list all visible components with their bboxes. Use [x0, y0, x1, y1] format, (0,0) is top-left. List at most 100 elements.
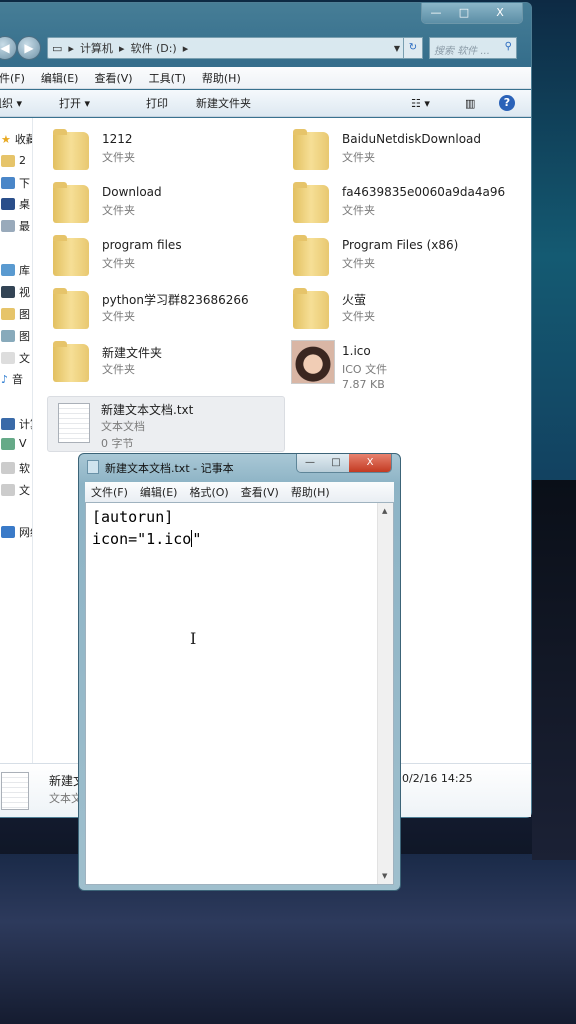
folder-icon [293, 129, 329, 170]
menu-view[interactable]: 查看(V) [235, 484, 285, 500]
minimize-button[interactable]: — [297, 454, 323, 472]
drive-icon [1, 462, 15, 474]
nav-item[interactable]: 视 [1, 284, 30, 300]
maximize-button[interactable]: □ [323, 454, 349, 472]
minimize-button[interactable]: — [422, 3, 450, 23]
nav-network[interactable]: 网络 [1, 524, 32, 540]
view-options-icon[interactable]: ☷ ▾ [411, 97, 430, 110]
file-item[interactable]: 1.ico ICO 文件 7.87 KB [291, 340, 523, 396]
folder-item[interactable]: program files 文件夹 [53, 234, 283, 284]
menu-tools[interactable]: 工具(T) [141, 70, 194, 86]
folder-icon [53, 341, 89, 382]
refresh-button[interactable]: ↻ [403, 37, 423, 59]
folder-item[interactable]: fa4639835e0060a9da4a96 文件夹 [293, 181, 523, 231]
scroll-up-icon[interactable]: ▲ [382, 507, 387, 515]
scroll-down-icon[interactable]: ▼ [382, 872, 387, 880]
drive-icon [1, 484, 15, 496]
search-placeholder: 搜索 软件 ... [434, 46, 490, 57]
forward-button[interactable]: ▶ [17, 36, 41, 60]
folder-icon [293, 288, 329, 329]
folder-icon [293, 235, 329, 276]
print-button[interactable]: 打印 [146, 95, 168, 111]
close-button[interactable]: X [478, 3, 522, 23]
windows-drive-icon [1, 437, 15, 450]
text-line-end: " [192, 530, 202, 548]
menu-help[interactable]: 帮助(H) [194, 70, 249, 86]
back-button[interactable]: ◀ [0, 36, 17, 60]
folder-icon [53, 182, 89, 223]
menu-bar: 件(F) 编辑(E) 查看(V) 工具(T) 帮助(H) [0, 67, 531, 89]
breadcrumb-computer[interactable]: 计算机 [80, 40, 113, 56]
python-folder-icon [53, 288, 89, 329]
star-icon: ★ [1, 132, 11, 146]
close-button[interactable]: X [349, 454, 391, 472]
notepad-icon [87, 460, 99, 474]
file-item-selected[interactable]: 新建文本文档.txt 文本文档 0 字节 [47, 396, 285, 452]
open-button[interactable]: 打开 ▾ [59, 95, 90, 111]
library-icon [1, 264, 15, 276]
nav-item[interactable]: 桌 [1, 196, 30, 212]
menu-file[interactable]: 文件(F) [85, 484, 134, 500]
menu-help[interactable]: 帮助(H) [285, 484, 336, 500]
help-icon[interactable]: ? [499, 95, 515, 111]
toolbar: 组织 ▾ 打开 ▾ 打印 新建文件夹 ☷ ▾ ▥ ? [0, 90, 531, 117]
new-folder-button[interactable]: 新建文件夹 [196, 95, 251, 111]
text-editor[interactable]: [autorun] icon="1.ico" I ▲ ▼ [85, 502, 394, 885]
documents-icon [1, 352, 15, 364]
preview-pane-icon[interactable]: ▥ [465, 97, 475, 110]
nav-computer[interactable]: 计算 [1, 416, 32, 432]
window-controls: — □ X [296, 454, 392, 473]
nav-item[interactable]: 文 [1, 482, 30, 498]
folder-item[interactable]: Program Files (x86) 文件夹 [293, 234, 523, 284]
navigation-pane: ★收藏 2 下 桌 最 库 视 图 图 文 ♪音 计算 V 软 文 网络 [0, 118, 33, 763]
address-dropdown-icon[interactable]: ▼ [394, 44, 400, 53]
folder-item[interactable]: 新建文件夹 文件夹 [53, 340, 283, 390]
recent-icon [1, 220, 15, 232]
nav-libraries[interactable]: 库 [1, 262, 30, 278]
nav-item[interactable]: 最 [1, 218, 30, 234]
search-input[interactable]: 搜索 软件 ... ⚲ [429, 37, 517, 59]
network-icon [1, 526, 15, 538]
image-icon [291, 340, 335, 384]
nav-item[interactable]: 图 [1, 328, 30, 344]
nav-item[interactable]: 图 [1, 306, 30, 322]
organize-button[interactable]: 组织 ▾ [0, 95, 22, 111]
menu-bar: 文件(F) 编辑(E) 格式(O) 查看(V) 帮助(H) [85, 482, 394, 502]
nav-item[interactable]: 2 [1, 154, 26, 167]
text-line: icon="1.ico [92, 530, 192, 548]
menu-edit[interactable]: 编辑(E) [33, 70, 87, 86]
folder-item[interactable]: 1212 文件夹 [53, 128, 283, 178]
nav-item[interactable]: ♪ 音 [1, 371, 23, 387]
vertical-scrollbar[interactable]: ▲ ▼ [377, 503, 393, 884]
desktop-trees [532, 480, 576, 860]
window-controls: — □ X [421, 3, 523, 24]
folder-item[interactable]: BaiduNetdiskDownload 文件夹 [293, 128, 523, 178]
nav-favorites[interactable]: ★收藏 [1, 131, 32, 147]
notepad-window: 新建文本文档.txt - 记事本 — □ X 文件(F) 编辑(E) 格式(O)… [78, 453, 401, 891]
menu-edit[interactable]: 编辑(E) [134, 484, 184, 500]
folder-icon [53, 235, 89, 276]
menu-format[interactable]: 格式(O) [183, 484, 234, 500]
breadcrumb-separator: ▸ [68, 41, 74, 55]
folder-item[interactable]: python学习群823686266 文件夹 [53, 287, 283, 337]
pictures-icon [1, 330, 15, 342]
breadcrumb-separator: ▸ [182, 41, 189, 55]
music-icon: ♪ [1, 372, 9, 386]
folder-icon [53, 129, 89, 170]
text-line: [autorun] [92, 508, 174, 526]
nav-item[interactable]: V [1, 437, 27, 450]
menu-file[interactable]: 件(F) [0, 70, 33, 86]
ibeam-cursor-icon: I [190, 629, 197, 648]
folder-icon [1, 154, 15, 167]
folder-item[interactable]: 火萤 文件夹 [293, 287, 523, 337]
maximize-button[interactable]: □ [450, 3, 478, 23]
nav-item[interactable]: 软 [1, 460, 30, 476]
folder-icon [1, 308, 15, 320]
nav-item[interactable]: 文 [1, 350, 30, 366]
editor-content: [autorun] icon="1.ico" [92, 506, 201, 550]
nav-item[interactable]: 下 [1, 175, 30, 191]
address-bar[interactable]: ▭ ▸ 计算机 ▸ 软件 (D:) ▸ ▼ [47, 37, 407, 59]
menu-view[interactable]: 查看(V) [86, 70, 140, 86]
folder-item[interactable]: Download 文件夹 [53, 181, 283, 231]
breadcrumb-drive[interactable]: 软件 (D:) [130, 40, 176, 56]
